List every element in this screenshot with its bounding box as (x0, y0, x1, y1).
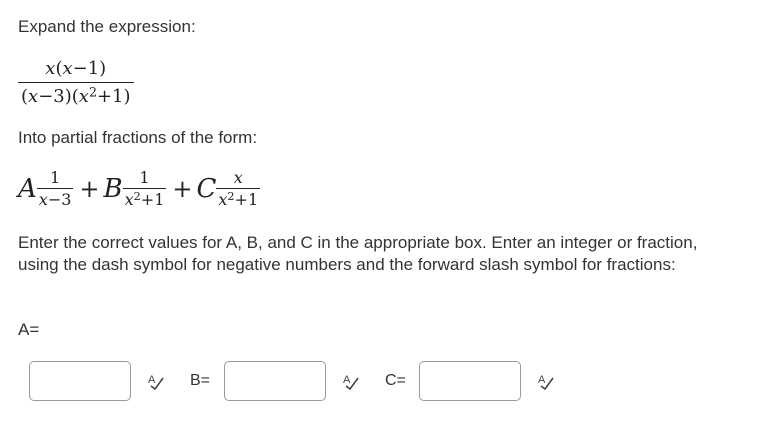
svg-text:A: A (148, 374, 156, 386)
partial-fraction-form: A 1 x−3 + B 1 x2+1 + C x x2+1 (18, 168, 261, 209)
expression-numerator: x(x−1) (45, 58, 107, 79)
expression-fraction: x(x−1) (x−3)(x2+1) (18, 58, 134, 107)
term-c-denominator: x2+1 (216, 188, 261, 209)
expression-denominator: (x−3)(x2+1) (18, 82, 134, 107)
spellcheck-icon[interactable]: A (342, 372, 360, 390)
spellcheck-icon[interactable]: A (537, 372, 555, 390)
plus-sign: + (172, 174, 193, 203)
b-label: B= (190, 372, 211, 389)
a-label-top: A= (18, 320, 40, 339)
prompt-text: Expand the expression: (18, 17, 196, 36)
plus-sign: + (79, 174, 100, 203)
spellcheck-icon[interactable]: A (147, 372, 165, 390)
instructions-text: Enter the correct values for A, B, and C… (18, 233, 698, 274)
svg-text:A: A (538, 374, 546, 386)
term-c-fraction: x x2+1 (216, 168, 261, 209)
term-c-numerator: x (233, 168, 243, 187)
c-label: C= (385, 372, 406, 389)
term-a-numerator: 1 (50, 168, 61, 187)
term-a-fraction: 1 x−3 (36, 168, 74, 209)
coef-a: A (18, 173, 37, 204)
term-a-denominator: x−3 (36, 188, 74, 209)
term-b-numerator: 1 (139, 168, 150, 187)
term-b-fraction: 1 x2+1 (122, 168, 167, 209)
term-b-denominator: x2+1 (122, 188, 167, 209)
svg-text:A: A (343, 374, 351, 386)
coef-c: C (196, 173, 217, 204)
coef-b: B (103, 173, 123, 204)
answer-b-input[interactable] (224, 361, 326, 401)
form-intro-text: Into partial fractions of the form: (18, 128, 258, 147)
answer-a-input[interactable] (29, 361, 131, 401)
answer-c-input[interactable] (419, 361, 521, 401)
